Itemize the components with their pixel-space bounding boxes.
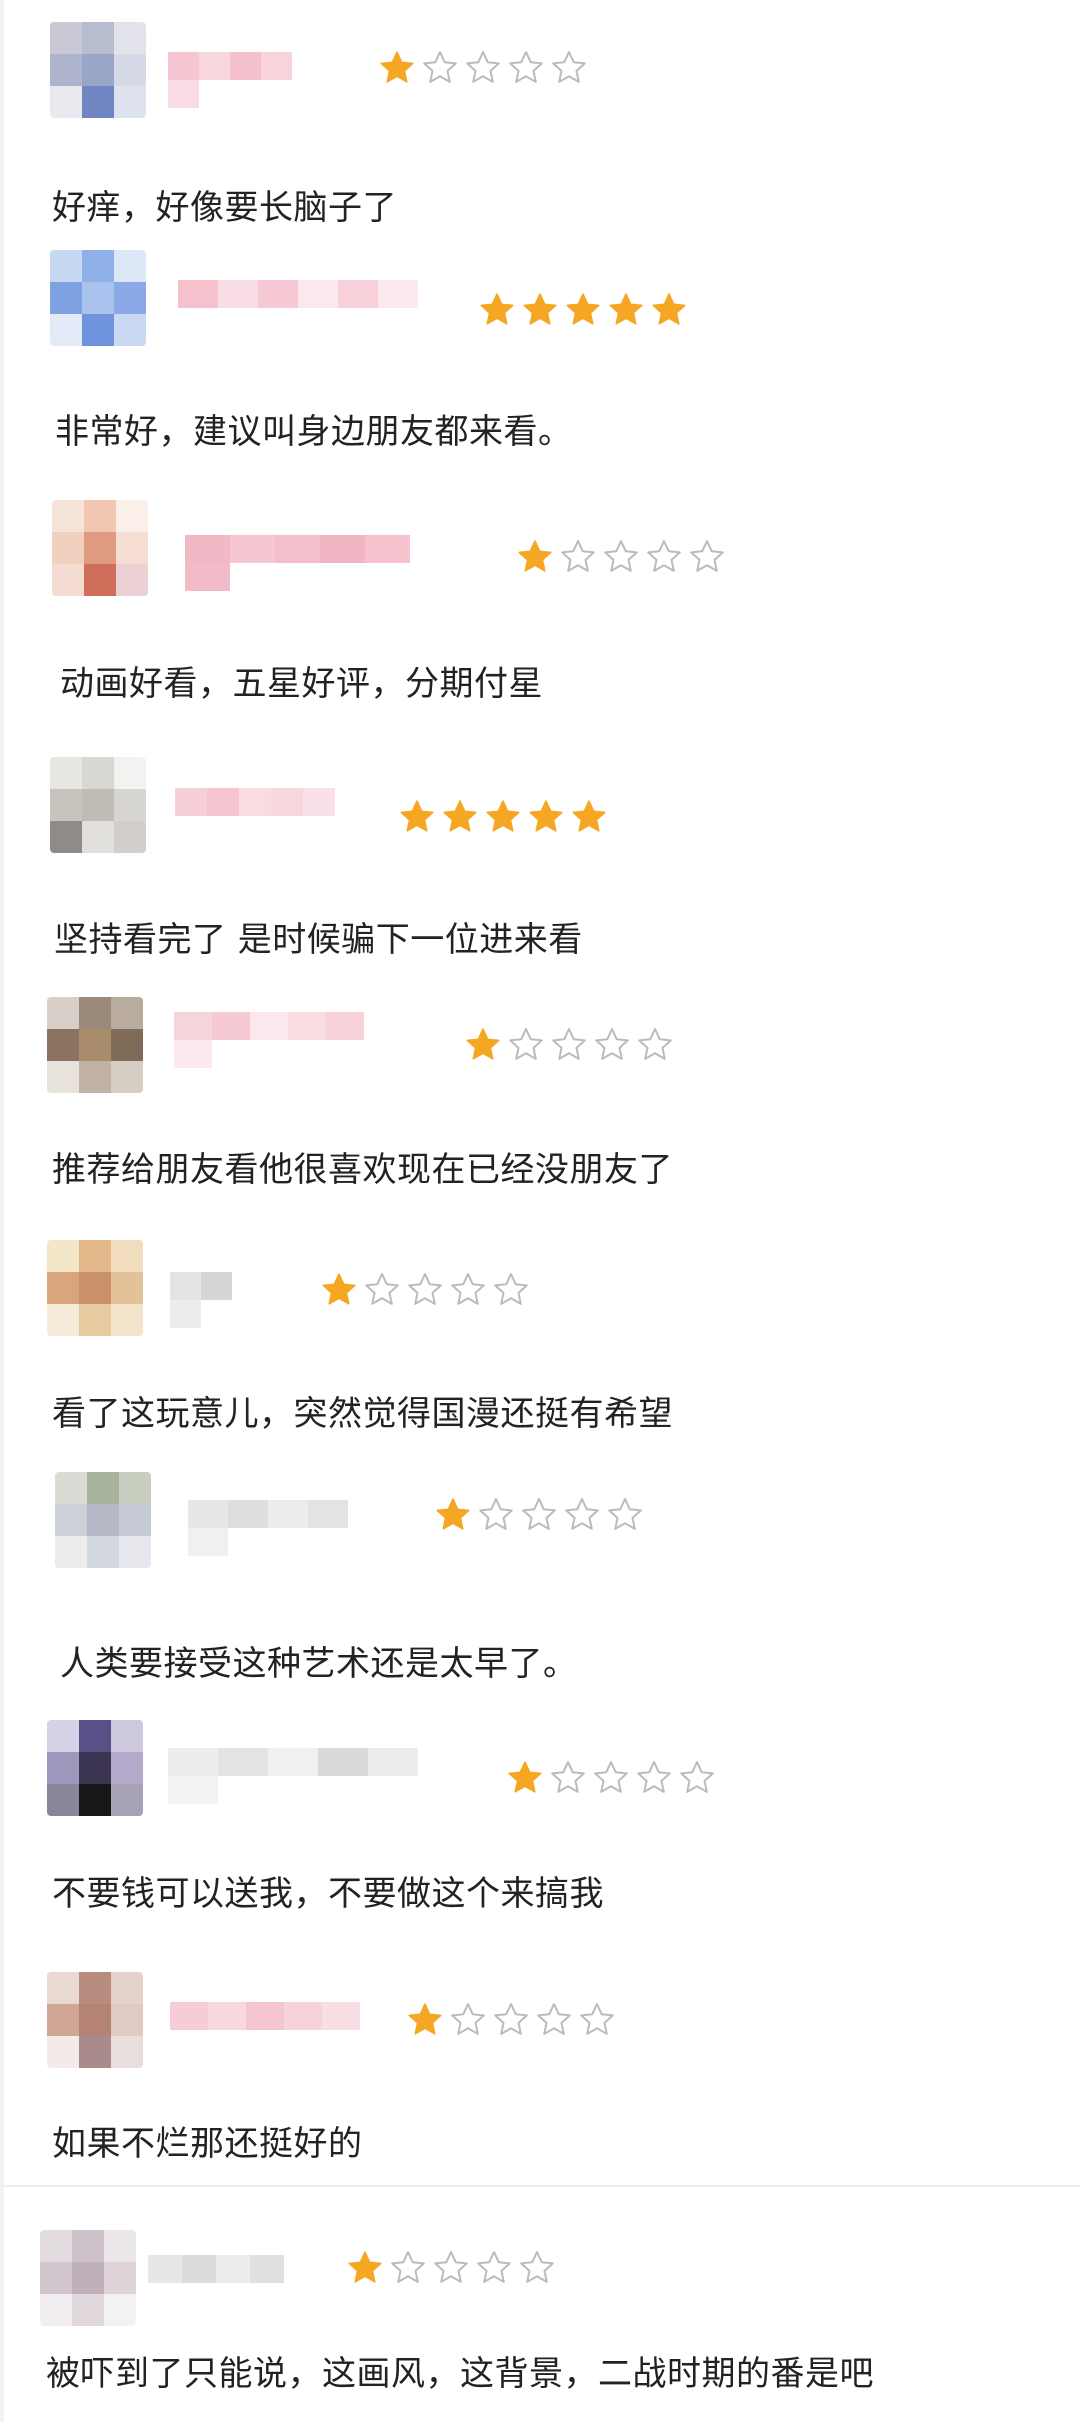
star-rating (434, 1495, 649, 1535)
filled-star-icon (516, 538, 554, 576)
empty-star-icon (559, 538, 597, 576)
filled-star-icon (570, 798, 608, 836)
star-rating (516, 537, 731, 577)
empty-star-icon (518, 2249, 556, 2287)
empty-star-icon (520, 1496, 558, 1534)
review-comment: 被吓到了只能说，这画风，这背景，二战时期的番是吧 (46, 2354, 874, 2394)
review-comment: 好痒，好像要长脑子了 (52, 188, 397, 228)
empty-star-icon (578, 2001, 616, 2039)
username-blurred[interactable] (168, 52, 320, 108)
empty-star-icon (464, 49, 502, 87)
username-blurred[interactable] (188, 1500, 384, 1556)
empty-star-icon (475, 2249, 513, 2287)
avatar[interactable] (50, 757, 146, 853)
star-rating (478, 290, 693, 330)
username-blurred[interactable] (168, 1748, 464, 1804)
empty-star-icon (507, 1026, 545, 1064)
review-comment: 坚持看完了 是时候骗下一位进来看 (54, 920, 583, 960)
star-rating (346, 2248, 561, 2288)
empty-star-icon (432, 2249, 470, 2287)
filled-star-icon (464, 1026, 502, 1064)
empty-star-icon (593, 1026, 631, 1064)
filled-star-icon (564, 291, 602, 329)
avatar[interactable] (47, 1972, 143, 2068)
review-comment: 推荐给朋友看他很喜欢现在已经没朋友了 (52, 1150, 673, 1190)
divider (0, 2185, 1080, 2187)
filled-star-icon (521, 291, 559, 329)
avatar[interactable] (40, 2230, 136, 2326)
empty-star-icon (492, 2001, 530, 2039)
empty-star-icon (678, 1759, 716, 1797)
username-blurred[interactable] (174, 1012, 400, 1068)
filled-star-icon (398, 798, 436, 836)
empty-star-icon (449, 1271, 487, 1309)
empty-star-icon (606, 1496, 644, 1534)
avatar[interactable] (50, 22, 146, 118)
empty-star-icon (550, 1026, 588, 1064)
left-edge-strip (0, 0, 4, 2422)
empty-star-icon (635, 1759, 673, 1797)
filled-star-icon (441, 798, 479, 836)
review-list: 好痒，好像要长脑子了非常好，建议叫身边朋友都来看。动画好看，五星好评，分期付星坚… (0, 0, 1080, 2422)
empty-star-icon (477, 1496, 515, 1534)
empty-star-icon (363, 1271, 401, 1309)
avatar[interactable] (50, 250, 146, 346)
empty-star-icon (449, 2001, 487, 2039)
empty-star-icon (507, 49, 545, 87)
empty-star-icon (389, 2249, 427, 2287)
username-blurred[interactable] (178, 280, 418, 336)
review-comment: 不要钱可以送我，不要做这个来搞我 (52, 1874, 604, 1914)
empty-star-icon (406, 1271, 444, 1309)
star-rating (398, 797, 613, 837)
avatar[interactable] (47, 1720, 143, 1816)
avatar[interactable] (55, 1472, 151, 1568)
empty-star-icon (563, 1496, 601, 1534)
review-comment: 动画好看，五星好评，分期付星 (60, 664, 543, 704)
empty-star-icon (688, 538, 726, 576)
review-comment: 人类要接受这种艺术还是太早了。 (60, 1644, 578, 1684)
filled-star-icon (406, 2001, 444, 2039)
filled-star-icon (478, 291, 516, 329)
username-blurred[interactable] (170, 1272, 262, 1328)
filled-star-icon (484, 798, 522, 836)
filled-star-icon (506, 1759, 544, 1797)
review-comment: 看了这玩意儿，突然觉得国漫还挺有希望 (52, 1394, 673, 1434)
username-blurred[interactable] (185, 535, 450, 591)
filled-star-icon (320, 1271, 358, 1309)
username-blurred[interactable] (170, 2002, 360, 2058)
filled-star-icon (650, 291, 688, 329)
star-rating (320, 1270, 535, 1310)
filled-star-icon (527, 798, 565, 836)
star-rating (506, 1758, 721, 1798)
filled-star-icon (378, 49, 416, 87)
filled-star-icon (346, 2249, 384, 2287)
empty-star-icon (592, 1759, 630, 1797)
empty-star-icon (645, 538, 683, 576)
empty-star-icon (602, 538, 640, 576)
username-blurred[interactable] (175, 788, 335, 844)
empty-star-icon (636, 1026, 674, 1064)
star-rating (464, 1025, 679, 1065)
review-comment: 如果不烂那还挺好的 (52, 2124, 363, 2164)
star-rating (406, 2000, 621, 2040)
filled-star-icon (607, 291, 645, 329)
filled-star-icon (434, 1496, 472, 1534)
empty-star-icon (535, 2001, 573, 2039)
empty-star-icon (550, 49, 588, 87)
empty-star-icon (492, 1271, 530, 1309)
star-rating (378, 48, 593, 88)
avatar[interactable] (52, 500, 148, 596)
username-blurred[interactable] (148, 2255, 284, 2311)
avatar[interactable] (47, 997, 143, 1093)
review-comment: 非常好，建议叫身边朋友都来看。 (55, 412, 573, 452)
empty-star-icon (549, 1759, 587, 1797)
empty-star-icon (421, 49, 459, 87)
avatar[interactable] (47, 1240, 143, 1336)
